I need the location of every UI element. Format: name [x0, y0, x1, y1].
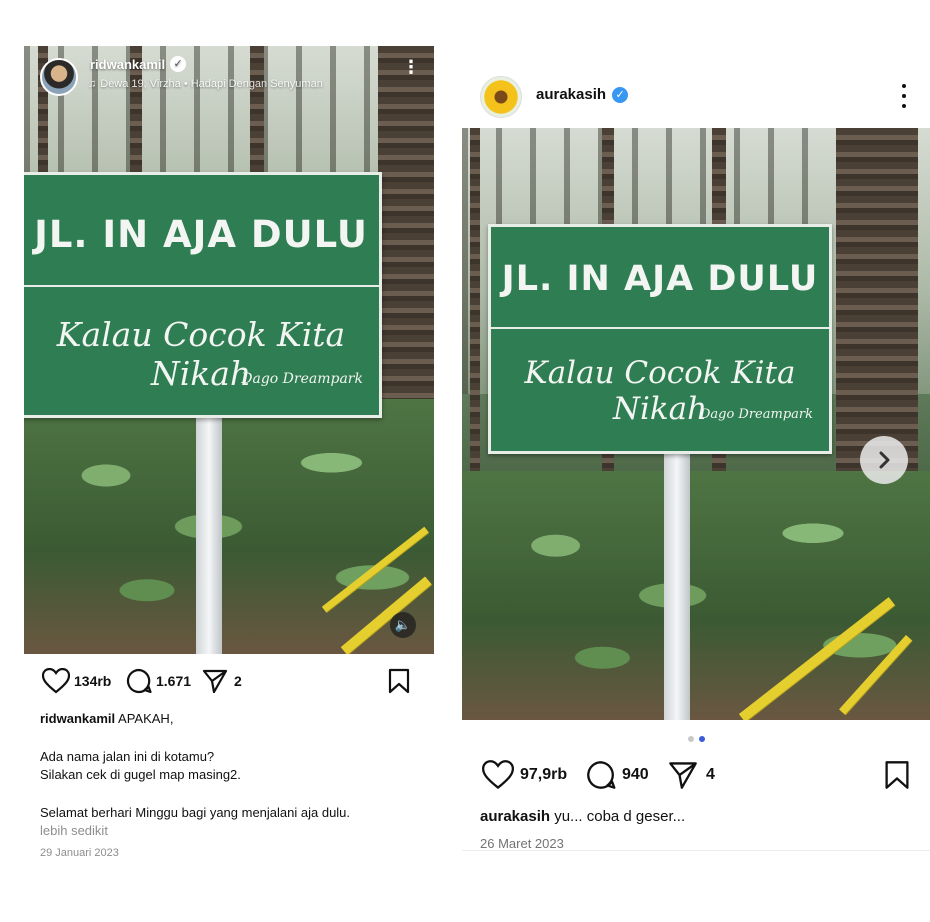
sound-icon[interactable]: 🔈 [390, 612, 416, 638]
caption-text: APAKAH, [115, 711, 174, 726]
share-icon[interactable] [202, 668, 228, 694]
share-icon[interactable] [668, 760, 698, 790]
sign-divider [24, 285, 379, 287]
left-username-row[interactable]: ridwankamil ✓ [90, 56, 187, 72]
carousel-indicator [688, 736, 705, 742]
username[interactable]: aurakasih [536, 86, 606, 103]
caption-username[interactable]: ridwankamil [40, 711, 115, 726]
comment-action[interactable]: 1.671 [126, 668, 191, 694]
avatar[interactable] [40, 58, 78, 96]
caption: aurakasih yu... coba d geser... [480, 808, 920, 825]
right-username-row[interactable]: aurakasih ✓ [536, 86, 629, 103]
bookmark-icon[interactable] [388, 668, 410, 694]
music-label: Dewa 19, Virzha • Hadapi Dengan Senyuman [100, 78, 323, 90]
sign-divider [491, 327, 829, 329]
heart-icon[interactable] [42, 668, 70, 694]
avatar[interactable] [480, 76, 522, 118]
plants [462, 471, 930, 720]
comment-count: 1.671 [156, 673, 192, 689]
bookmark-icon[interactable] [884, 760, 910, 790]
heart-icon[interactable] [482, 760, 514, 790]
right-post-photo[interactable]: JL. IN AJA DULU Kalau Cocok Kita Nikah D… [462, 128, 930, 720]
caption: ridwankamil APAKAH, Ada nama jalan ini d… [40, 710, 430, 862]
sign-pole [664, 444, 690, 720]
post-date: 29 Januari 2023 [40, 847, 119, 859]
sign-line1: JL. IN AJA DULU [501, 259, 819, 299]
sign-brand: Dago Dreampark [699, 407, 813, 422]
like-action[interactable]: 134rb [42, 668, 111, 694]
comment-icon[interactable] [126, 668, 152, 694]
like-action[interactable]: 97,9rb [482, 760, 567, 790]
comment-action[interactable]: 940 [586, 760, 649, 790]
left-post-photo[interactable]: JL. IN AJA DULU Kalau Cocok Kita Nikah D… [24, 46, 434, 654]
caption-first-line: ridwankamil APAKAH, [40, 710, 430, 728]
like-count: 97,9rb [520, 766, 568, 783]
street-sign: JL. IN AJA DULU Kalau Cocok Kita Nikah D… [488, 224, 832, 454]
music-row[interactable]: ♫ Dewa 19, Virzha • Hadapi Dengan Senyum… [88, 78, 323, 90]
share-count: 2 [234, 673, 242, 689]
verified-icon: ✓ [170, 56, 187, 72]
comment-icon[interactable] [586, 760, 616, 790]
share-count: 4 [706, 766, 715, 783]
bottom-divider [462, 850, 930, 851]
share-action[interactable]: 4 [668, 760, 715, 790]
more-options-icon[interactable]: ⋮ [402, 58, 420, 76]
more-options-icon[interactable] [896, 84, 912, 108]
carousel-dot [688, 736, 694, 742]
carousel-dot-active [699, 736, 705, 742]
caption-line: Silakan cek di gugel map masing2. [40, 767, 241, 782]
less-link[interactable]: lebih sedikit [40, 822, 430, 840]
sign-line1: JL. IN AJA DULU [34, 213, 368, 256]
next-arrow-icon[interactable] [860, 436, 908, 484]
username[interactable]: ridwankamil [90, 57, 165, 72]
caption-line: Selamat berhari Minggu bagi yang menjala… [40, 805, 351, 820]
comment-count: 940 [622, 766, 649, 783]
verified-icon: ✓ [612, 86, 629, 103]
post-date: 26 Maret 2023 [480, 836, 564, 851]
caption-username[interactable]: aurakasih [480, 808, 550, 825]
like-count: 134rb [74, 673, 112, 689]
sign-pole [196, 414, 222, 654]
music-note-icon: ♫ [88, 78, 97, 90]
share-action[interactable]: 2 [202, 668, 242, 694]
street-sign: JL. IN AJA DULU Kalau Cocok Kita Nikah D… [24, 172, 382, 418]
caption-text: yu... coba d geser... [550, 808, 686, 825]
plants [24, 398, 434, 654]
sign-brand: Dago Dreampark [241, 371, 363, 387]
caption-line: Ada nama jalan ini di kotamu? [40, 749, 215, 764]
